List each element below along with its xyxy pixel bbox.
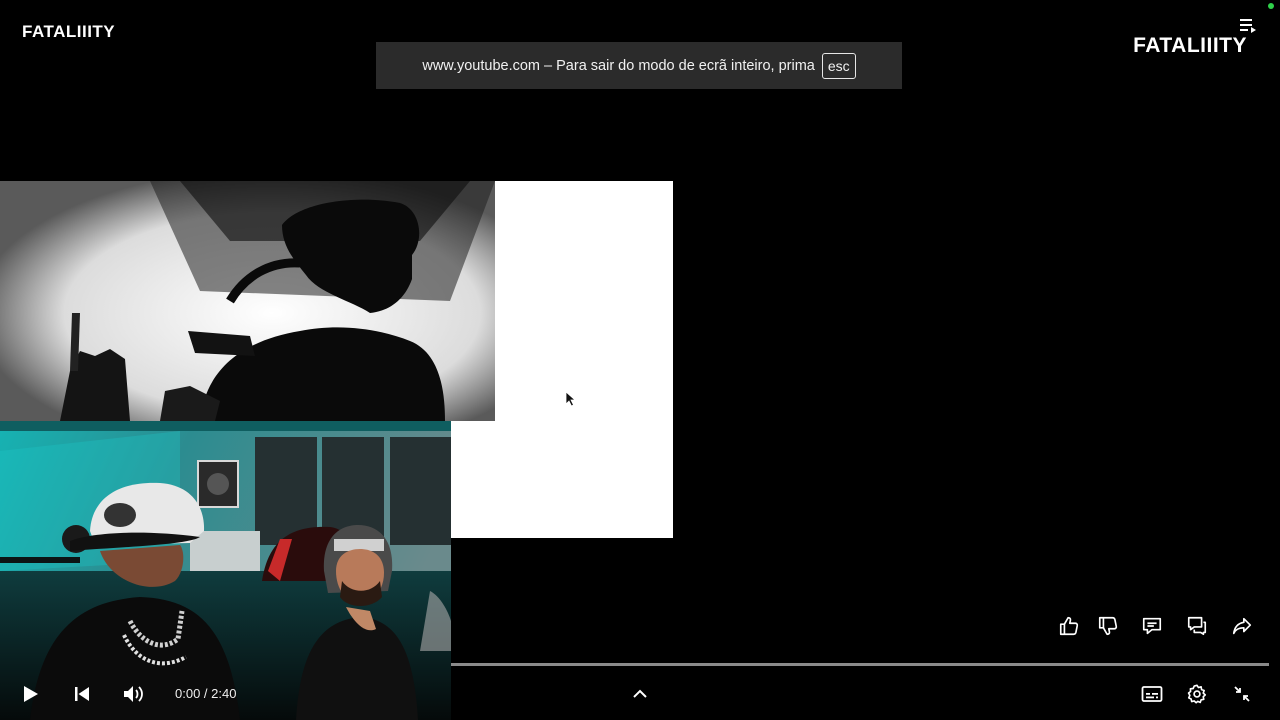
time-separator: / [200,686,212,701]
channel-title[interactable]: FATALIIITY [22,22,115,42]
mouse-cursor [565,391,577,407]
status-dot [1268,3,1274,9]
settings-icon [1187,684,1207,704]
play-icon [24,686,38,702]
esc-key-badge: esc [821,52,856,79]
channel-watermark[interactable]: FATALIIITY [1133,34,1247,58]
share-button[interactable] [1229,613,1255,639]
video-scene [0,181,495,421]
comment-icon [1142,617,1162,635]
playlist-icon[interactable] [1238,16,1258,36]
share-icon [1232,617,1252,635]
progress-bar[interactable] [451,663,1269,666]
settings-button[interactable] [1184,681,1210,707]
exit-fullscreen-button[interactable] [1229,681,1255,707]
webcam-overlay [0,421,451,720]
thumbs-up-icon [1059,616,1079,636]
current-time: 0:00 [175,686,201,701]
volume-icon [124,686,143,702]
subtitles-icon [1141,686,1163,702]
volume-button[interactable] [121,681,147,707]
dislike-button[interactable] [1095,613,1121,639]
previous-button[interactable] [69,681,95,707]
webcam-scene [0,421,451,720]
comments-button[interactable] [1139,613,1165,639]
thumbs-down-icon [1098,616,1118,636]
duration: 2:40 [211,686,237,701]
chevron-up-icon [633,689,647,698]
subtitles-button[interactable] [1139,681,1165,707]
play-button[interactable] [17,681,43,707]
time-display: 0:00 / 2:40 [175,686,236,701]
expand-chevron-button[interactable] [627,681,653,707]
exit-fullscreen-icon [1234,686,1250,702]
fullscreen-notice-text: www.youtube.com – Para sair do modo de e… [422,57,815,74]
fullscreen-notice: www.youtube.com – Para sair do modo de e… [376,42,902,89]
like-button[interactable] [1056,613,1082,639]
live-chat-button[interactable] [1184,613,1210,639]
previous-icon [75,687,89,701]
chat-icon [1187,616,1207,636]
